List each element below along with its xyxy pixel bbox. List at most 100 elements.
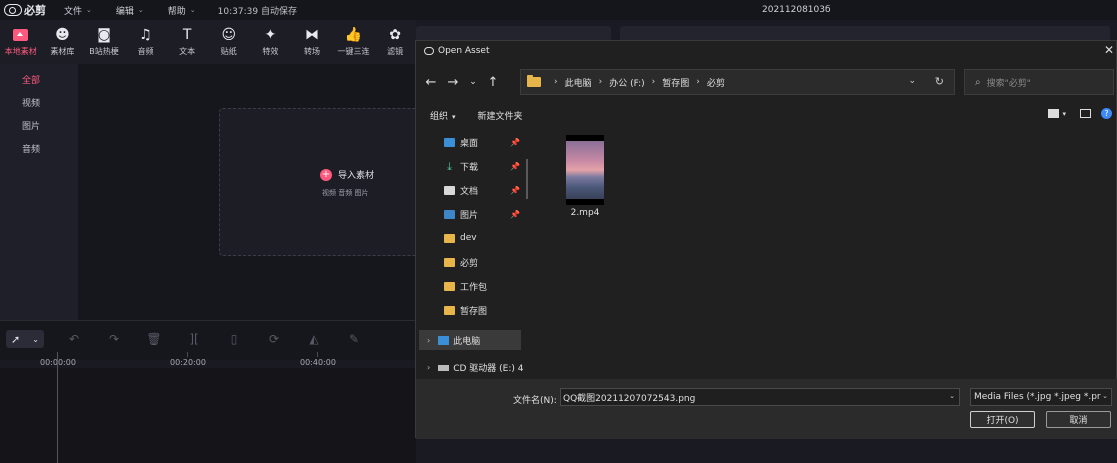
chevron-down-icon[interactable]: ▾: [1062, 110, 1066, 118]
back-arrow-icon[interactable]: ←: [420, 75, 442, 90]
breadcrumb-folder[interactable]: 暂存图: [662, 76, 689, 89]
nav-scrollbar[interactable]: [526, 159, 528, 199]
nav-item-label: 桌面: [460, 138, 479, 149]
pointer-tool-select[interactable]: ➚ ⌄: [6, 330, 44, 348]
marker-icon[interactable]: ✎: [344, 332, 364, 346]
file-type-select[interactable]: Media Files (*.jpg *.jpeg *.pr ⌄: [970, 388, 1112, 406]
filename-label: 文件名(N):: [513, 396, 557, 406]
chevron-down-icon[interactable]: ⌄: [908, 76, 916, 86]
tool-effects[interactable]: ✦ 特效: [250, 20, 292, 64]
chevron-right-icon[interactable]: ›: [427, 336, 430, 345]
chevron-right-icon[interactable]: ›: [427, 363, 430, 372]
app-icon: [424, 47, 434, 55]
up-arrow-icon[interactable]: ↑: [482, 75, 504, 90]
chevron-down-icon: ⌄: [86, 6, 92, 14]
undo-icon[interactable]: ↶: [64, 332, 84, 346]
menu-edit[interactable]: 编辑 ⌄: [116, 4, 144, 17]
search-input[interactable]: ⌕ 搜索"必剪": [964, 69, 1114, 95]
desktop-icon: [444, 137, 455, 147]
file-list: 2.mp4: [536, 129, 1116, 379]
nav-item-workpack[interactable]: 工作包: [444, 276, 524, 296]
tool-label: 音频: [137, 47, 154, 56]
import-media-button[interactable]: + 导入素材: [320, 168, 374, 181]
nav-item-documents[interactable]: 文档 📌: [444, 180, 524, 200]
crop-icon[interactable]: ▯: [224, 332, 244, 346]
nav-item-bijian[interactable]: 必剪: [444, 252, 524, 272]
nav-item-pictures[interactable]: 图片 📌: [444, 204, 524, 224]
category-video[interactable]: 视频: [0, 93, 78, 116]
nav-item-desktop[interactable]: 桌面 📌: [444, 132, 524, 152]
tool-label: 滤镜: [387, 47, 404, 56]
folder-icon: [444, 233, 455, 243]
category-all[interactable]: 全部: [0, 70, 78, 93]
breadcrumb-drive[interactable]: 办公 (F:): [609, 76, 644, 89]
redo-icon[interactable]: ↷: [104, 332, 124, 346]
file-item[interactable]: 2.mp4: [566, 135, 604, 218]
nav-item-label: 工作包: [460, 282, 488, 293]
tool-label: 贴纸: [220, 47, 237, 56]
refresh-icon[interactable]: ↻: [935, 75, 944, 88]
tool-sticker[interactable]: ☺ 贴纸: [208, 20, 250, 64]
delete-icon[interactable]: 🗑: [144, 332, 164, 346]
menu-file[interactable]: 文件 ⌄: [64, 4, 92, 17]
chevron-down-icon: ⌄: [189, 6, 196, 14]
nav-item-cd-drive[interactable]: › CD 驱动器 (E:) 4: [419, 361, 523, 374]
text-icon: T: [182, 27, 192, 43]
close-icon[interactable]: ✕: [1104, 43, 1114, 57]
help-icon[interactable]: ?: [1101, 108, 1112, 119]
new-folder-button[interactable]: 新建文件夹: [478, 109, 523, 122]
split-icon[interactable]: ][: [184, 332, 204, 346]
chevron-right-icon: ›: [554, 77, 558, 87]
dialog-navigation: ← → ⌄ ↑ › 此电脑 › 办公 (F:) › 暂存图 › 必剪 ⌄ ↻ ⌕…: [416, 67, 1117, 97]
pin-icon: 📌: [510, 185, 520, 195]
tool-text[interactable]: T 文本: [166, 20, 208, 64]
import-dropzone[interactable]: + 导入素材 视频 音频 图片: [219, 108, 419, 256]
tool-bilibili-memes[interactable]: ◙ B站热梗: [83, 20, 125, 64]
mirror-icon[interactable]: ◭: [304, 332, 324, 346]
app-titlebar: 必剪 文件 ⌄ 编辑 ⌄ 帮助 ⌄ 10:37:39 自动保存 20211208103…: [0, 0, 1117, 20]
tool-audio[interactable]: ♫ 音频: [125, 20, 167, 64]
tool-triple-like[interactable]: 👍 一键三连: [333, 20, 375, 64]
music-icon: ♫: [139, 27, 152, 43]
tool-label: 一键三连: [337, 47, 370, 56]
nav-item-temp-images[interactable]: 暂存图: [444, 300, 524, 320]
nav-item-label: 此电脑: [453, 336, 481, 347]
open-button[interactable]: 打开(O): [970, 411, 1035, 428]
organize-label: 组织: [430, 111, 449, 122]
import-label: 导入素材: [338, 171, 375, 181]
playhead[interactable]: [57, 352, 58, 463]
sticker-icon: ☺: [221, 27, 237, 43]
dialog-title: Open Asset: [438, 46, 490, 56]
organize-button[interactable]: 组织 ▾: [430, 109, 456, 122]
category-image[interactable]: 图片: [0, 116, 78, 139]
media-category-sidebar: 全部 视频 图片 音频: [0, 64, 78, 320]
nav-item-downloads[interactable]: ⤓ 下载 📌: [444, 156, 524, 176]
view-mode-icon[interactable]: [1048, 109, 1060, 118]
address-bar[interactable]: › 此电脑 › 办公 (F:) › 暂存图 › 必剪 ⌄ ↻: [520, 69, 955, 95]
breadcrumb-this-pc[interactable]: 此电脑: [565, 76, 592, 89]
menu-help[interactable]: 帮助 ⌄: [168, 4, 196, 17]
bilibili-icon: ◙: [97, 27, 111, 43]
tool-label: 转场: [303, 47, 320, 56]
nav-item-this-pc[interactable]: › 此电脑: [419, 330, 521, 350]
chevron-down-icon[interactable]: ⌄: [949, 392, 955, 400]
preview-pane-icon[interactable]: [1080, 109, 1091, 118]
nav-item-label: CD 驱动器 (E:) 4: [453, 364, 524, 374]
tool-label: 素材库: [50, 47, 75, 56]
category-audio[interactable]: 音频: [0, 139, 78, 162]
library-icon: ☻: [55, 27, 70, 43]
nav-item-dev[interactable]: dev: [444, 228, 524, 248]
tool-filter[interactable]: ✿ 滤镜: [374, 20, 416, 64]
download-icon: ⤓: [447, 159, 452, 173]
breadcrumb-current[interactable]: 必剪: [707, 76, 725, 89]
cancel-button[interactable]: 取消: [1046, 411, 1111, 428]
timeline-track-area[interactable]: [0, 368, 416, 463]
filename-field[interactable]: QQ截图20211207072543.png ⌄: [560, 388, 960, 406]
rotate-icon[interactable]: ⟳: [264, 332, 284, 346]
forward-arrow-icon[interactable]: →: [442, 75, 464, 90]
tool-library[interactable]: ☻ 素材库: [42, 20, 84, 64]
tool-transition[interactable]: ⧓ 转场: [291, 20, 333, 64]
tool-local-media[interactable]: 本地素材: [0, 20, 42, 64]
recent-locations-chevron-icon[interactable]: ⌄: [464, 77, 482, 87]
pictures-icon: [444, 209, 455, 219]
